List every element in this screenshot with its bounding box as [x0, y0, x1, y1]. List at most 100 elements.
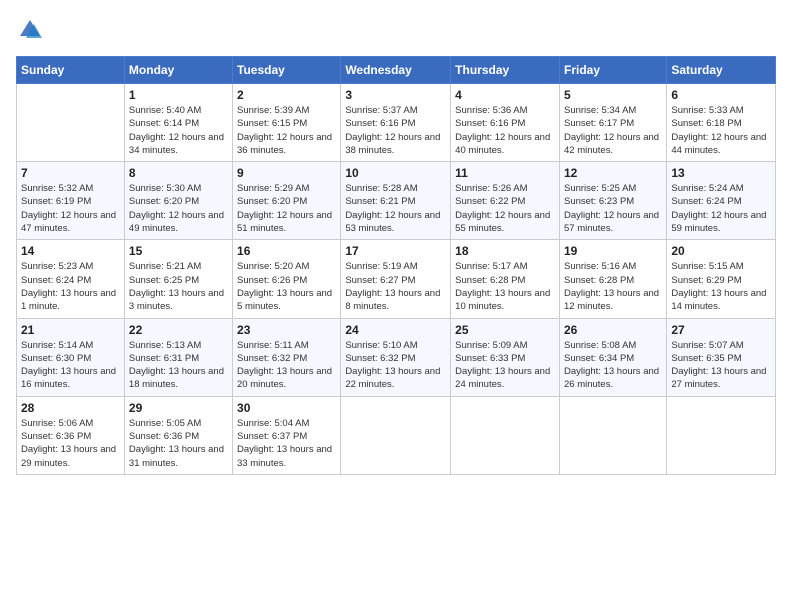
day-number: 6 [671, 88, 771, 102]
day-info: Sunrise: 5:37 AMSunset: 6:16 PMDaylight:… [345, 104, 446, 157]
day-number: 15 [129, 244, 228, 258]
calendar-cell: 2 Sunrise: 5:39 AMSunset: 6:15 PMDayligh… [233, 84, 341, 162]
calendar-cell: 22 Sunrise: 5:13 AMSunset: 6:31 PMDaylig… [124, 318, 232, 396]
day-info: Sunrise: 5:29 AMSunset: 6:20 PMDaylight:… [237, 182, 336, 235]
day-number: 25 [455, 323, 555, 337]
calendar-cell: 24 Sunrise: 5:10 AMSunset: 6:32 PMDaylig… [341, 318, 451, 396]
day-info: Sunrise: 5:13 AMSunset: 6:31 PMDaylight:… [129, 339, 228, 392]
calendar-week-4: 21 Sunrise: 5:14 AMSunset: 6:30 PMDaylig… [17, 318, 776, 396]
day-number: 29 [129, 401, 228, 415]
day-number: 26 [564, 323, 662, 337]
day-info: Sunrise: 5:16 AMSunset: 6:28 PMDaylight:… [564, 260, 662, 313]
logo [16, 16, 48, 44]
calendar-cell: 12 Sunrise: 5:25 AMSunset: 6:23 PMDaylig… [559, 162, 666, 240]
calendar-cell: 13 Sunrise: 5:24 AMSunset: 6:24 PMDaylig… [667, 162, 776, 240]
day-number: 14 [21, 244, 120, 258]
calendar-header-sunday: Sunday [17, 57, 125, 84]
day-info: Sunrise: 5:10 AMSunset: 6:32 PMDaylight:… [345, 339, 446, 392]
calendar-cell [559, 396, 666, 474]
day-number: 19 [564, 244, 662, 258]
day-info: Sunrise: 5:40 AMSunset: 6:14 PMDaylight:… [129, 104, 228, 157]
calendar-cell: 3 Sunrise: 5:37 AMSunset: 6:16 PMDayligh… [341, 84, 451, 162]
day-info: Sunrise: 5:23 AMSunset: 6:24 PMDaylight:… [21, 260, 120, 313]
calendar-cell: 18 Sunrise: 5:17 AMSunset: 6:28 PMDaylig… [451, 240, 560, 318]
calendar-cell: 20 Sunrise: 5:15 AMSunset: 6:29 PMDaylig… [667, 240, 776, 318]
day-number: 4 [455, 88, 555, 102]
calendar-cell [667, 396, 776, 474]
calendar-header-wednesday: Wednesday [341, 57, 451, 84]
calendar-week-3: 14 Sunrise: 5:23 AMSunset: 6:24 PMDaylig… [17, 240, 776, 318]
day-info: Sunrise: 5:33 AMSunset: 6:18 PMDaylight:… [671, 104, 771, 157]
calendar-header-friday: Friday [559, 57, 666, 84]
day-number: 18 [455, 244, 555, 258]
day-info: Sunrise: 5:32 AMSunset: 6:19 PMDaylight:… [21, 182, 120, 235]
calendar-cell: 28 Sunrise: 5:06 AMSunset: 6:36 PMDaylig… [17, 396, 125, 474]
calendar-cell: 15 Sunrise: 5:21 AMSunset: 6:25 PMDaylig… [124, 240, 232, 318]
calendar-cell: 8 Sunrise: 5:30 AMSunset: 6:20 PMDayligh… [124, 162, 232, 240]
calendar-cell: 23 Sunrise: 5:11 AMSunset: 6:32 PMDaylig… [233, 318, 341, 396]
day-number: 22 [129, 323, 228, 337]
calendar-cell: 14 Sunrise: 5:23 AMSunset: 6:24 PMDaylig… [17, 240, 125, 318]
calendar-header-monday: Monday [124, 57, 232, 84]
calendar-header-thursday: Thursday [451, 57, 560, 84]
day-number: 20 [671, 244, 771, 258]
calendar-week-1: 1 Sunrise: 5:40 AMSunset: 6:14 PMDayligh… [17, 84, 776, 162]
day-info: Sunrise: 5:04 AMSunset: 6:37 PMDaylight:… [237, 417, 336, 470]
day-number: 8 [129, 166, 228, 180]
day-info: Sunrise: 5:17 AMSunset: 6:28 PMDaylight:… [455, 260, 555, 313]
calendar-header-saturday: Saturday [667, 57, 776, 84]
day-number: 10 [345, 166, 446, 180]
day-info: Sunrise: 5:15 AMSunset: 6:29 PMDaylight:… [671, 260, 771, 313]
day-info: Sunrise: 5:08 AMSunset: 6:34 PMDaylight:… [564, 339, 662, 392]
day-number: 13 [671, 166, 771, 180]
day-info: Sunrise: 5:20 AMSunset: 6:26 PMDaylight:… [237, 260, 336, 313]
calendar-table: SundayMondayTuesdayWednesdayThursdayFrid… [16, 56, 776, 475]
day-number: 7 [21, 166, 120, 180]
day-info: Sunrise: 5:30 AMSunset: 6:20 PMDaylight:… [129, 182, 228, 235]
calendar-cell: 29 Sunrise: 5:05 AMSunset: 6:36 PMDaylig… [124, 396, 232, 474]
day-number: 1 [129, 88, 228, 102]
day-info: Sunrise: 5:26 AMSunset: 6:22 PMDaylight:… [455, 182, 555, 235]
day-number: 17 [345, 244, 446, 258]
day-info: Sunrise: 5:07 AMSunset: 6:35 PMDaylight:… [671, 339, 771, 392]
day-number: 2 [237, 88, 336, 102]
day-info: Sunrise: 5:34 AMSunset: 6:17 PMDaylight:… [564, 104, 662, 157]
calendar-cell [341, 396, 451, 474]
calendar-cell: 30 Sunrise: 5:04 AMSunset: 6:37 PMDaylig… [233, 396, 341, 474]
calendar-cell: 6 Sunrise: 5:33 AMSunset: 6:18 PMDayligh… [667, 84, 776, 162]
day-info: Sunrise: 5:21 AMSunset: 6:25 PMDaylight:… [129, 260, 228, 313]
day-info: Sunrise: 5:05 AMSunset: 6:36 PMDaylight:… [129, 417, 228, 470]
day-number: 3 [345, 88, 446, 102]
calendar-cell: 1 Sunrise: 5:40 AMSunset: 6:14 PMDayligh… [124, 84, 232, 162]
day-number: 28 [21, 401, 120, 415]
calendar-body: 1 Sunrise: 5:40 AMSunset: 6:14 PMDayligh… [17, 84, 776, 475]
calendar-cell: 26 Sunrise: 5:08 AMSunset: 6:34 PMDaylig… [559, 318, 666, 396]
day-number: 11 [455, 166, 555, 180]
logo-icon [16, 16, 44, 44]
calendar-cell: 11 Sunrise: 5:26 AMSunset: 6:22 PMDaylig… [451, 162, 560, 240]
calendar-cell: 27 Sunrise: 5:07 AMSunset: 6:35 PMDaylig… [667, 318, 776, 396]
calendar-week-5: 28 Sunrise: 5:06 AMSunset: 6:36 PMDaylig… [17, 396, 776, 474]
calendar-cell: 10 Sunrise: 5:28 AMSunset: 6:21 PMDaylig… [341, 162, 451, 240]
day-info: Sunrise: 5:11 AMSunset: 6:32 PMDaylight:… [237, 339, 336, 392]
calendar-cell: 9 Sunrise: 5:29 AMSunset: 6:20 PMDayligh… [233, 162, 341, 240]
day-info: Sunrise: 5:14 AMSunset: 6:30 PMDaylight:… [21, 339, 120, 392]
day-info: Sunrise: 5:24 AMSunset: 6:24 PMDaylight:… [671, 182, 771, 235]
calendar-header-row: SundayMondayTuesdayWednesdayThursdayFrid… [17, 57, 776, 84]
calendar-cell [17, 84, 125, 162]
calendar-cell: 16 Sunrise: 5:20 AMSunset: 6:26 PMDaylig… [233, 240, 341, 318]
day-number: 9 [237, 166, 336, 180]
calendar-cell: 17 Sunrise: 5:19 AMSunset: 6:27 PMDaylig… [341, 240, 451, 318]
day-info: Sunrise: 5:06 AMSunset: 6:36 PMDaylight:… [21, 417, 120, 470]
day-number: 24 [345, 323, 446, 337]
day-number: 5 [564, 88, 662, 102]
calendar-cell [451, 396, 560, 474]
day-number: 16 [237, 244, 336, 258]
calendar-cell: 25 Sunrise: 5:09 AMSunset: 6:33 PMDaylig… [451, 318, 560, 396]
day-info: Sunrise: 5:36 AMSunset: 6:16 PMDaylight:… [455, 104, 555, 157]
calendar-cell: 19 Sunrise: 5:16 AMSunset: 6:28 PMDaylig… [559, 240, 666, 318]
day-info: Sunrise: 5:25 AMSunset: 6:23 PMDaylight:… [564, 182, 662, 235]
calendar-cell: 5 Sunrise: 5:34 AMSunset: 6:17 PMDayligh… [559, 84, 666, 162]
calendar-cell: 21 Sunrise: 5:14 AMSunset: 6:30 PMDaylig… [17, 318, 125, 396]
day-info: Sunrise: 5:19 AMSunset: 6:27 PMDaylight:… [345, 260, 446, 313]
